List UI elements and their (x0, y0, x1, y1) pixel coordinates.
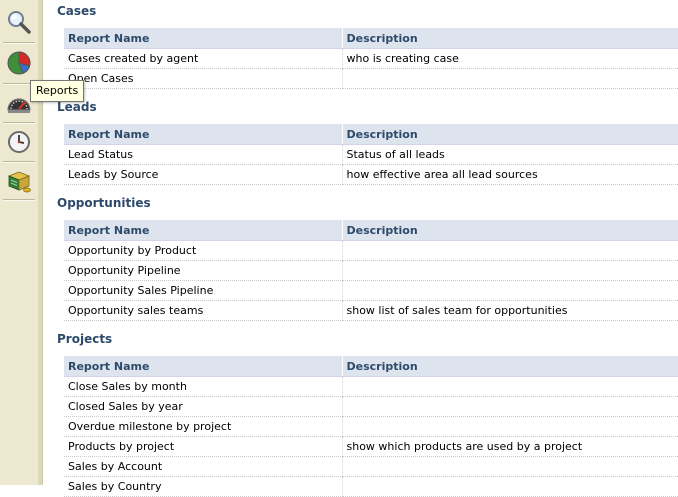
table-row[interactable]: Sales by Country (64, 476, 678, 497)
table-header-row: Report Name Description (64, 28, 678, 49)
search-button[interactable] (2, 4, 36, 40)
section-title: Projects (57, 332, 113, 346)
report-name-cell[interactable]: Sales by Country (64, 476, 343, 497)
report-table: Report Name Description Close Sales by m… (64, 356, 678, 497)
description-cell (342, 476, 678, 497)
table-row[interactable]: Overdue milestone by project (64, 416, 678, 437)
report-name-cell[interactable]: Cases created by agent (64, 48, 343, 69)
description-cell: show list of sales team for opportunitie… (342, 300, 678, 321)
search-icon (8, 11, 31, 34)
reports-button[interactable] (2, 45, 36, 81)
description-cell (342, 376, 678, 397)
clock-icon (8, 131, 30, 153)
column-header-report-name[interactable]: Report Name (64, 124, 343, 145)
schedule-button[interactable] (2, 124, 36, 160)
column-header-description[interactable]: Description (342, 28, 678, 49)
column-header-report-name[interactable]: Report Name (64, 28, 343, 49)
reports-pie-icon (7, 51, 31, 75)
table-row[interactable]: Opportunity Pipeline (64, 260, 678, 281)
reports-tooltip: Reports (30, 80, 85, 102)
description-cell: show which products are used by a projec… (342, 436, 678, 457)
table-row[interactable]: Lead Status Status of all leads (64, 144, 678, 165)
column-header-description[interactable]: Description (342, 124, 678, 145)
left-toolbar (0, 0, 43, 485)
section-title: Leads (57, 100, 97, 114)
description-cell (342, 260, 678, 281)
table-header-row: Report Name Description (64, 220, 678, 241)
report-name-cell[interactable]: Opportunity by Product (64, 240, 343, 261)
description-cell (342, 280, 678, 301)
report-name-cell[interactable]: Sales by Account (64, 456, 343, 477)
toolbar-splitter[interactable] (38, 0, 43, 485)
table-row[interactable]: Products by project show which products … (64, 436, 678, 457)
table-row[interactable]: Opportunity Sales Pipeline (64, 280, 678, 301)
description-cell: who is creating case (342, 48, 678, 69)
description-cell: Status of all leads (342, 144, 678, 165)
column-header-report-name[interactable]: Report Name (64, 356, 343, 377)
table-row[interactable]: Closed Sales by year (64, 396, 678, 417)
description-cell (342, 416, 678, 437)
description-cell (342, 68, 678, 89)
table-row[interactable]: Close Sales by month (64, 376, 678, 397)
dashboard-gauge-icon (7, 98, 31, 113)
table-row[interactable]: Open Cases (64, 68, 678, 89)
description-cell (342, 456, 678, 477)
toolbar-separator (3, 199, 35, 201)
report-name-cell[interactable]: Leads by Source (64, 164, 343, 185)
report-name-cell[interactable]: Opportunity Pipeline (64, 260, 343, 281)
description-cell (342, 396, 678, 417)
table-row[interactable]: Opportunity by Product (64, 240, 678, 261)
section-title: Cases (57, 4, 97, 18)
toolbar-separator (3, 42, 35, 44)
products-stack-icon (7, 171, 31, 193)
table-row[interactable]: Opportunity sales teams show list of sal… (64, 300, 678, 321)
section-title: Opportunities (57, 196, 151, 210)
report-table: Report Name Description Lead Status Stat… (64, 124, 678, 185)
report-table: Report Name Description Cases created by… (64, 28, 678, 89)
report-name-cell[interactable]: Opportunity sales teams (64, 300, 343, 321)
report-name-cell[interactable]: Open Cases (64, 68, 343, 89)
report-name-cell[interactable]: Lead Status (64, 144, 343, 165)
column-header-description[interactable]: Description (342, 220, 678, 241)
table-row[interactable]: Leads by Source how effective area all l… (64, 164, 678, 185)
column-header-description[interactable]: Description (342, 356, 678, 377)
products-button[interactable] (2, 163, 36, 199)
table-row[interactable]: Cases created by agent who is creating c… (64, 48, 678, 69)
report-table: Report Name Description Opportunity by P… (64, 220, 678, 321)
column-header-report-name[interactable]: Report Name (64, 220, 343, 241)
report-name-cell[interactable]: Opportunity Sales Pipeline (64, 280, 343, 301)
report-name-cell[interactable]: Products by project (64, 436, 343, 457)
description-cell (342, 240, 678, 261)
report-name-cell[interactable]: Close Sales by month (64, 376, 343, 397)
report-name-cell[interactable]: Closed Sales by year (64, 396, 343, 417)
table-header-row: Report Name Description (64, 356, 678, 377)
table-header-row: Report Name Description (64, 124, 678, 145)
description-cell: how effective area all lead sources (342, 164, 678, 185)
report-name-cell[interactable]: Overdue milestone by project (64, 416, 343, 437)
table-row[interactable]: Sales by Account (64, 456, 678, 477)
reports-content: Cases Report Name Description Cases crea… (44, 0, 678, 497)
